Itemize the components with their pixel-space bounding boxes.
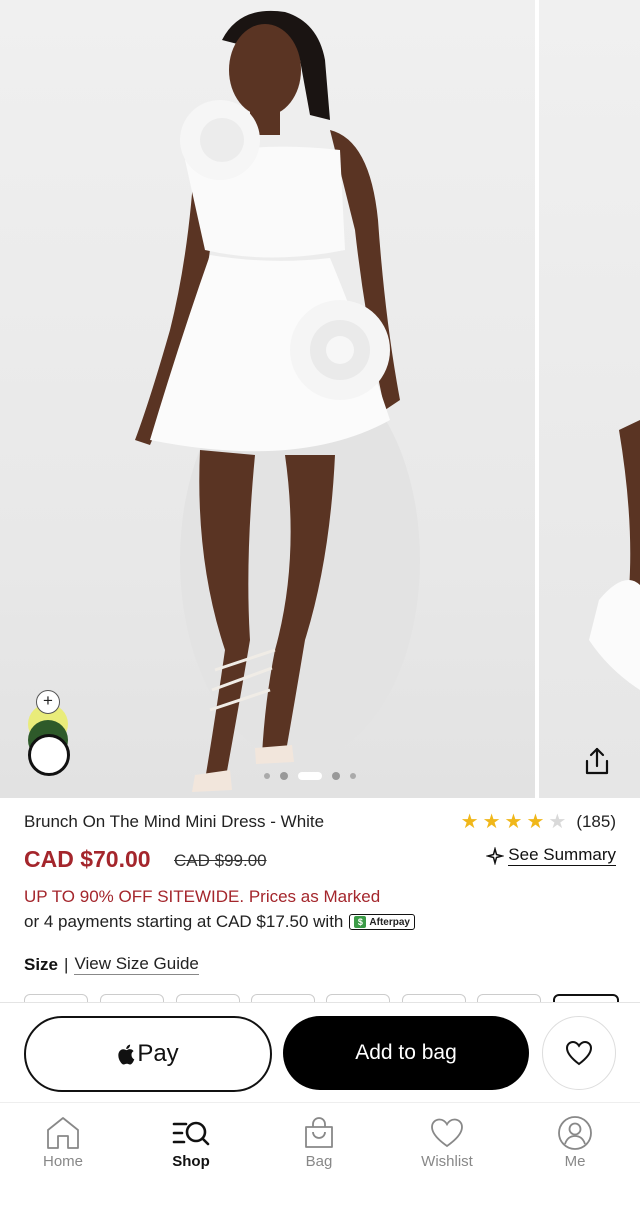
apple-logo-icon [118,1044,135,1065]
installment-text: or 4 payments starting at CAD $17.50 wit… [24,912,344,931]
pagination-dot-active[interactable] [298,772,322,780]
star-icon: ★ [460,811,479,833]
size-guide-link[interactable]: View Size Guide [74,954,199,975]
pagination-dot[interactable] [264,773,270,779]
product-rating[interactable]: ★ ★ ★ ★ ★ (185) [461,812,616,832]
tab-wishlist[interactable]: Wishlist [397,1113,497,1170]
bag-icon [269,1113,369,1153]
tab-shop-label: Shop [172,1153,210,1170]
product-title: Brunch On The Mind Mini Dress - White [24,812,325,831]
apple-pay-label: Pay [137,1040,179,1067]
tab-home[interactable]: Home [13,1113,113,1170]
purchase-actions: Pay Add to bag [0,1002,640,1103]
half-star-icon: ★ [548,811,567,833]
size-chip[interactable] [100,994,164,1002]
tab-shop[interactable]: Shop [141,1113,241,1170]
review-count[interactable]: (185) [576,812,616,832]
see-summary-link[interactable]: See Summary [486,845,616,866]
heart-icon [565,1040,593,1066]
size-divider: | [64,954,69,974]
installment-info: or 4 payments starting at CAD $17.50 wit… [24,912,415,932]
tab-home-label: Home [42,1153,83,1170]
star-icon: ★ [482,811,501,833]
see-summary-label[interactable]: See Summary [508,845,616,866]
apple-pay-button[interactable]: Pay [24,1016,272,1092]
size-header: Size | View Size Guide [24,954,199,975]
product-image-gallery[interactable]: + [0,0,640,798]
swatch-white-selected[interactable] [28,734,70,776]
next-photo-preview [589,420,640,690]
afterpay-label: Afterpay [369,916,410,928]
tab-wishlist-label: Wishlist [421,1153,473,1170]
add-to-bag-button[interactable]: Add to bag [283,1016,529,1090]
product-photo-next[interactable] [539,0,640,798]
swatch-expand-button[interactable]: + [36,690,60,714]
shop-search-icon [141,1113,241,1153]
star-icon: ★ [504,811,523,833]
tab-bag-label: Bag [305,1153,333,1170]
size-chip[interactable] [24,994,88,1002]
share-icon[interactable] [580,745,614,779]
size-chip[interactable] [326,994,390,1002]
product-photo-main[interactable] [0,0,535,798]
size-chip[interactable] [402,994,466,1002]
sale-price: CAD $70.00 [24,846,151,872]
size-label: Size [24,954,59,974]
tab-bag[interactable]: Bag [269,1113,369,1170]
heart-icon [397,1113,497,1153]
gallery-pagination [264,770,356,782]
model-photo [135,10,420,792]
tab-me-label: Me [564,1153,586,1170]
tab-me[interactable]: Me [525,1113,625,1170]
pagination-dot[interactable] [350,773,356,779]
size-options [24,994,640,1002]
afterpay-badge[interactable]: $ Afterpay [349,914,415,930]
color-swatches: + [26,690,70,786]
user-icon [525,1113,625,1153]
size-chip[interactable] [176,994,240,1002]
bottom-tab-bar: Home Shop Bag Wishlist Me [0,1102,640,1226]
pagination-dot[interactable] [332,772,340,780]
size-chip-selected[interactable] [553,994,619,1002]
afterpay-icon: $ [354,916,367,928]
home-icon [13,1113,113,1153]
original-price: CAD $99.00 [174,851,267,870]
wishlist-button[interactable] [542,1016,616,1090]
pagination-dot[interactable] [280,772,288,780]
size-chip[interactable] [477,994,541,1002]
star-icon: ★ [526,811,545,833]
sparkle-icon [486,846,505,865]
size-chip[interactable] [251,994,315,1002]
promo-banner: UP TO 90% OFF SITEWIDE. Prices as Marked [24,887,381,906]
